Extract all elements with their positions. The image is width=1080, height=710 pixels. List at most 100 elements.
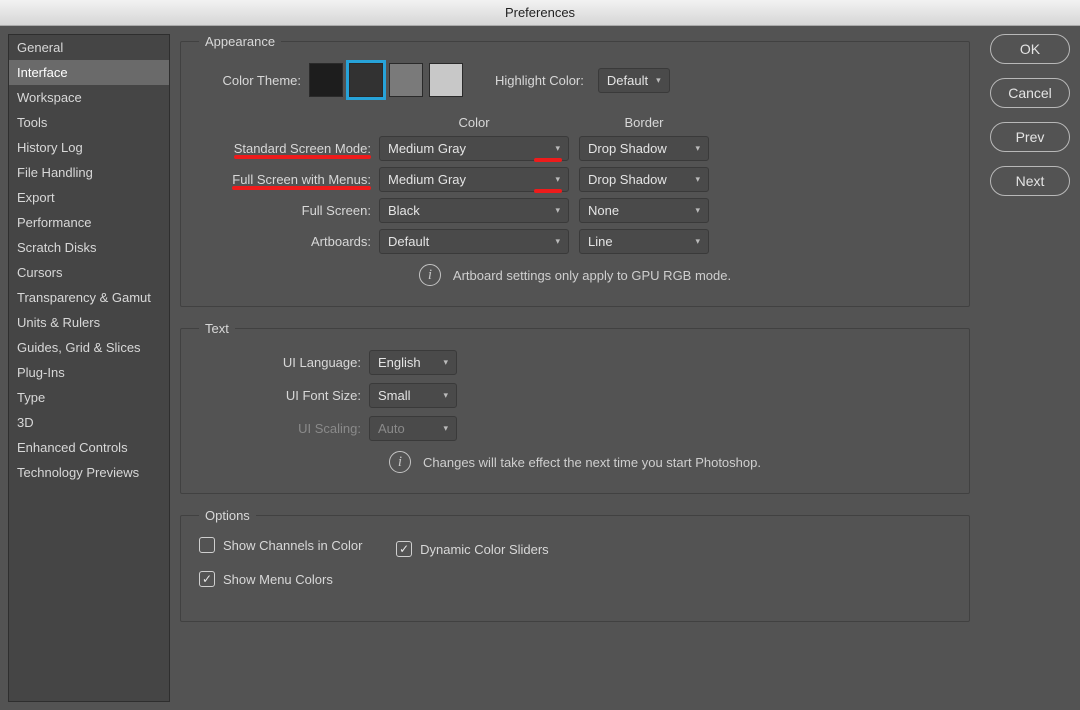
next-button[interactable]: Next <box>990 166 1070 196</box>
options-legend: Options <box>199 508 256 523</box>
color-dropdown[interactable]: Medium Gray ▾ <box>379 136 569 161</box>
ok-button[interactable]: OK <box>990 34 1070 64</box>
cancel-button[interactable]: Cancel <box>990 78 1070 108</box>
color-theme-swatch[interactable] <box>309 63 343 97</box>
show-menu-colors-label: Show Menu Colors <box>223 572 333 587</box>
chevron-down-icon: ▾ <box>555 236 560 247</box>
sidebar-item[interactable]: Guides, Grid & Slices <box>9 335 169 360</box>
ui-scaling-value: Auto <box>378 421 405 436</box>
highlight-color-value: Default <box>607 73 648 88</box>
color-column-header: Color <box>379 115 569 130</box>
chevron-down-icon: ▾ <box>555 143 560 154</box>
ui-scaling-label: UI Scaling: <box>199 421 369 436</box>
border-dropdown[interactable]: Line ▾ <box>579 229 709 254</box>
sidebar-item[interactable]: Tools <box>9 110 169 135</box>
sidebar-item[interactable]: Interface <box>9 60 169 85</box>
sidebar-item[interactable]: Transparency & Gamut <box>9 285 169 310</box>
color-dropdown[interactable]: Black ▾ <box>379 198 569 223</box>
text-info-row: i Changes will take effect the next time… <box>199 451 951 473</box>
sidebar-item[interactable]: Cursors <box>9 260 169 285</box>
screen-mode-label: Full Screen with Menus: <box>199 172 379 187</box>
sidebar-item[interactable]: Type <box>9 385 169 410</box>
border-dropdown[interactable]: None ▾ <box>579 198 709 223</box>
dynamic-sliders-checkbox[interactable]: Dynamic Color Sliders <box>396 541 549 557</box>
sidebar-item[interactable]: Export <box>9 185 169 210</box>
ui-font-size-label: UI Font Size: <box>199 388 369 403</box>
checkbox-icon <box>199 571 215 587</box>
sidebar-item[interactable]: General <box>9 35 169 60</box>
show-menu-colors-checkbox[interactable]: Show Menu Colors <box>199 571 333 587</box>
border-column-header: Border <box>579 115 709 130</box>
sidebar-item[interactable]: Scratch Disks <box>9 235 169 260</box>
text-info-text: Changes will take effect the next time y… <box>423 455 761 470</box>
chevron-down-icon: ▾ <box>443 357 448 368</box>
dynamic-sliders-label: Dynamic Color Sliders <box>420 542 549 557</box>
sidebar-item[interactable]: Units & Rulers <box>9 310 169 335</box>
chevron-down-icon: ▾ <box>656 75 661 86</box>
window-body: GeneralInterfaceWorkspaceToolsHistory Lo… <box>0 26 1080 710</box>
color-value: Black <box>388 203 420 218</box>
screen-mode-row: Full Screen: Black ▾ None ▾ <box>199 198 951 223</box>
border-value: Drop Shadow <box>588 141 667 156</box>
border-value: None <box>588 203 619 218</box>
sidebar-item[interactable]: Enhanced Controls <box>9 435 169 460</box>
sidebar-item[interactable]: Plug-Ins <box>9 360 169 385</box>
appearance-group: Appearance Color Theme: Highlight Color:… <box>180 34 970 307</box>
color-value: Default <box>388 234 429 249</box>
screen-mode-row: Artboards: Default ▾ Line ▾ <box>199 229 951 254</box>
ui-font-size-dropdown[interactable]: Small ▾ <box>369 383 457 408</box>
screen-mode-label: Full Screen: <box>199 203 379 218</box>
highlight-color-dropdown[interactable]: Default ▾ <box>598 68 670 93</box>
ui-language-value: English <box>378 355 421 370</box>
color-theme-swatch[interactable] <box>349 63 383 97</box>
screen-mode-row: Full Screen with Menus:Medium Gray▾Drop … <box>199 167 951 192</box>
border-value: Line <box>588 234 613 249</box>
border-dropdown[interactable]: Drop Shadow▾ <box>579 167 709 192</box>
text-group: Text UI Language: English ▾ UI Font Size… <box>180 321 970 494</box>
window-titlebar: Preferences <box>0 0 1080 26</box>
border-dropdown[interactable]: Drop Shadow ▾ <box>579 136 709 161</box>
ui-font-size-value: Small <box>378 388 411 403</box>
screen-mode-label: Standard Screen Mode: <box>199 141 379 156</box>
appearance-legend: Appearance <box>199 34 281 49</box>
color-theme-swatch[interactable] <box>389 63 423 97</box>
sidebar-item[interactable]: Workspace <box>9 85 169 110</box>
chevron-down-icon: ▾ <box>555 205 560 216</box>
sidebar-item[interactable]: History Log <box>9 135 169 160</box>
ui-language-label: UI Language: <box>199 355 369 370</box>
checkbox-icon <box>199 537 215 553</box>
main-content: Appearance Color Theme: Highlight Color:… <box>170 26 980 710</box>
appearance-info-row: i Artboard settings only apply to GPU RG… <box>199 264 951 286</box>
info-icon: i <box>389 451 411 473</box>
color-theme-label: Color Theme: <box>199 73 309 88</box>
screen-mode-row: Standard Screen Mode:Medium Gray▾Drop Sh… <box>199 136 951 161</box>
prev-button[interactable]: Prev <box>990 122 1070 152</box>
color-value: Medium Gray <box>388 141 466 156</box>
color-dropdown[interactable]: Medium Gray ▾ <box>379 167 569 192</box>
sidebar-item[interactable]: Technology Previews <box>9 460 169 485</box>
chevron-down-icon: ▾ <box>695 236 700 247</box>
dialog-buttons: OK Cancel Prev Next <box>980 26 1080 710</box>
chevron-down-icon: ▾ <box>443 423 448 434</box>
chevron-down-icon: ▾ <box>695 143 700 154</box>
highlight-color-label: Highlight Color: <box>495 73 592 88</box>
ui-language-dropdown[interactable]: English ▾ <box>369 350 457 375</box>
screen-mode-label: Artboards: <box>199 234 379 249</box>
chevron-down-icon: ▾ <box>695 205 700 216</box>
sidebar: GeneralInterfaceWorkspaceToolsHistory Lo… <box>8 34 170 702</box>
show-channels-label: Show Channels in Color <box>223 538 362 553</box>
chevron-down-icon: ▾ <box>695 174 700 185</box>
sidebar-item[interactable]: File Handling <box>9 160 169 185</box>
sidebar-item[interactable]: Performance <box>9 210 169 235</box>
show-channels-checkbox[interactable]: Show Channels in Color <box>199 537 362 553</box>
color-value: Medium Gray <box>388 172 466 187</box>
text-legend: Text <box>199 321 235 336</box>
color-theme-swatch[interactable] <box>429 63 463 97</box>
options-group: Options Show Channels in Color Dynamic C… <box>180 508 970 622</box>
color-dropdown[interactable]: Default ▾ <box>379 229 569 254</box>
info-icon: i <box>419 264 441 286</box>
chevron-down-icon: ▾ <box>443 390 448 401</box>
sidebar-item[interactable]: 3D <box>9 410 169 435</box>
chevron-down-icon: ▾ <box>555 174 560 185</box>
ui-scaling-dropdown: Auto ▾ <box>369 416 457 441</box>
